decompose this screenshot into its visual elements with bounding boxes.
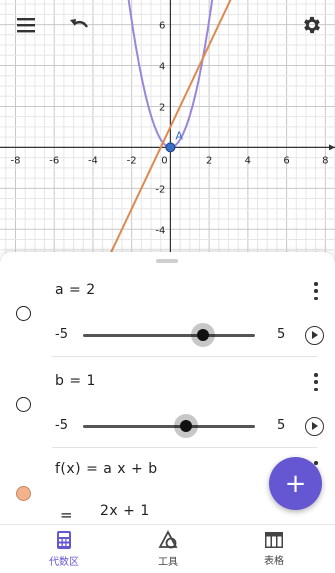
slider-b-min: -5 <box>55 418 68 433</box>
point-a <box>165 142 176 153</box>
tab-algebra-label: 代数区 <box>49 557 79 568</box>
graph-canvas[interactable]: -8 -6 -4 -2 0 2 4 6 8 -4 -2 2 4 6 A <box>0 0 335 262</box>
undo-icon <box>70 19 89 28</box>
slider-b-track[interactable] <box>83 425 255 428</box>
y-tick-label: 4 <box>159 62 165 73</box>
slider-b-max: 5 <box>277 418 286 433</box>
x-tick-label: 0 <box>161 155 167 166</box>
menu-icon <box>17 18 35 33</box>
x-tick-label: -6 <box>49 155 59 166</box>
slider-a-thumb[interactable] <box>191 323 216 347</box>
y-tick-label: 6 <box>159 21 165 32</box>
slider-a-max: 5 <box>277 327 286 342</box>
graphing-view[interactable]: -8 -6 -4 -2 0 2 4 6 8 -4 -2 2 4 6 A <box>0 0 335 262</box>
tab-algebra[interactable]: 代数区 <box>24 525 104 573</box>
tab-table[interactable]: 表格 <box>234 525 314 573</box>
y-tick-label: -2 <box>155 184 165 195</box>
algebra-row-b[interactable]: b = 1 -5 5 <box>0 357 335 447</box>
add-button[interactable]: + <box>269 457 322 510</box>
result-equals-sign: = <box>60 506 74 524</box>
undo-button[interactable] <box>64 10 94 40</box>
menu-button[interactable] <box>11 10 41 40</box>
panel-drag-handle[interactable] <box>156 259 178 263</box>
plus-icon: + <box>284 468 307 499</box>
expression-f[interactable]: f(x) = a x + b <box>55 461 158 477</box>
tab-tools[interactable]: 工具 <box>128 525 208 573</box>
gear-icon <box>304 16 320 34</box>
point-a-label: A <box>175 129 183 142</box>
tools-icon <box>158 530 178 549</box>
calculator-icon <box>57 531 71 549</box>
expression-f-result: 2x + 1 <box>100 503 150 519</box>
play-icon[interactable] <box>305 326 324 345</box>
expression-b[interactable]: b = 1 <box>55 373 96 389</box>
x-axis-arrow <box>329 144 335 151</box>
table-icon <box>265 532 283 548</box>
slider-a-min: -5 <box>55 327 68 342</box>
x-tick-label: 6 <box>283 155 289 166</box>
slider-b-thumb[interactable] <box>174 414 199 438</box>
play-icon[interactable] <box>305 417 324 436</box>
visibility-toggle-f[interactable] <box>16 486 31 501</box>
expression-a[interactable]: a = 2 <box>55 282 96 298</box>
y-tick-label: -4 <box>155 225 165 236</box>
x-tick-label: 4 <box>245 155 251 166</box>
slider-a-track[interactable] <box>83 334 255 337</box>
x-tick-label: -2 <box>127 155 137 166</box>
row-a-menu-icon[interactable] <box>313 282 319 300</box>
tab-tools-label: 工具 <box>158 557 178 568</box>
tab-table-label: 表格 <box>264 556 284 567</box>
bottom-navigation: 代数区 工具 表格 <box>0 524 335 573</box>
settings-button[interactable] <box>297 10 327 40</box>
x-tick-label: -8 <box>10 155 20 166</box>
row-b-menu-icon[interactable] <box>313 373 319 391</box>
y-tick-label: 2 <box>159 102 165 113</box>
x-tick-label: 8 <box>322 155 328 166</box>
algebra-row-a[interactable]: a = 2 -5 5 <box>0 266 335 356</box>
x-tick-label: -4 <box>88 155 98 166</box>
visibility-toggle-a[interactable] <box>16 306 31 321</box>
x-tick-label: 2 <box>206 155 212 166</box>
visibility-toggle-b[interactable] <box>16 397 31 412</box>
